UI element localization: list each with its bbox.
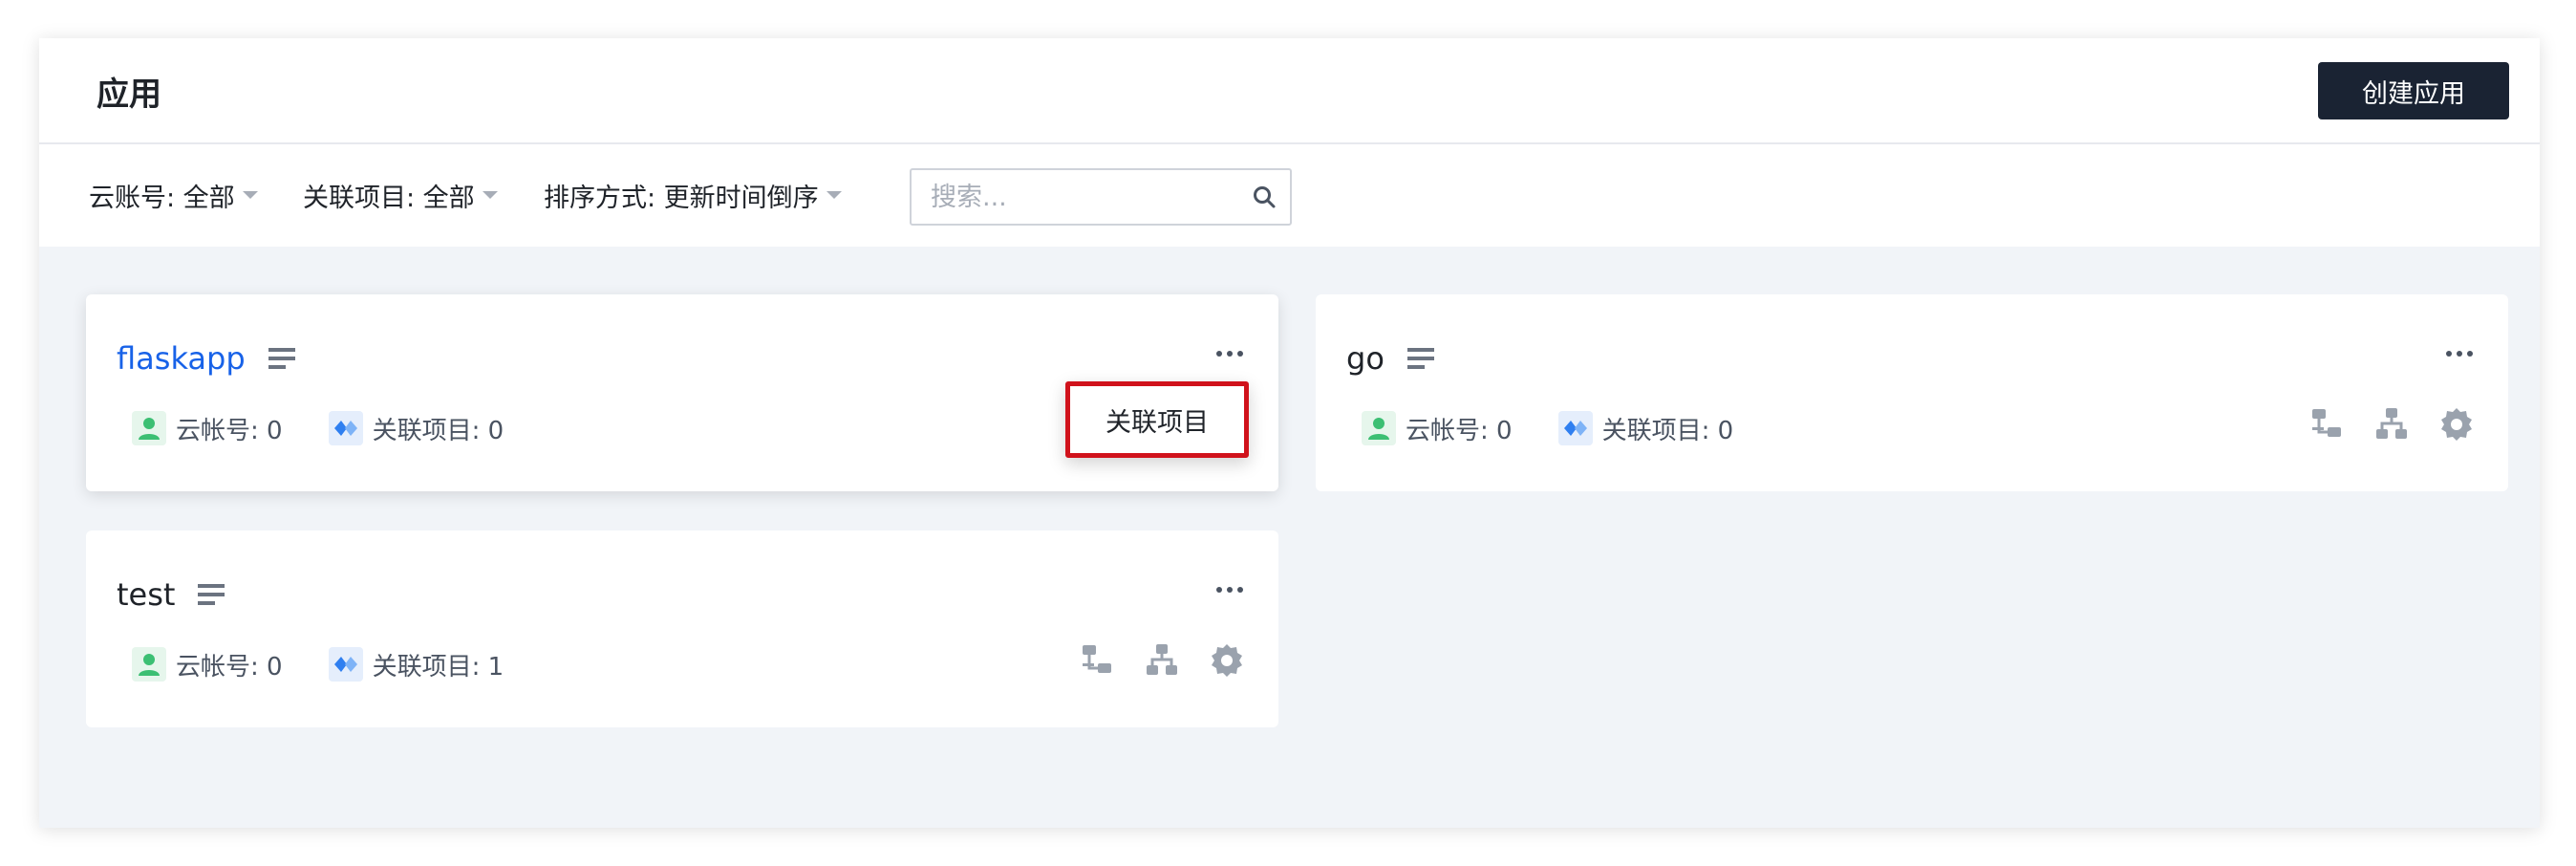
more-icon[interactable] [2445, 350, 2474, 357]
page-header: 应用 创建应用 [39, 38, 2540, 144]
project-filter-label: 关联项目: 全部 [303, 183, 475, 213]
search-icon[interactable] [1252, 184, 1277, 209]
cloud-account-count: 云帐号: 0 [132, 647, 283, 682]
app-card-go: go 云帐号: 0 关联项目: 0 [1316, 294, 2508, 491]
pipeline-icon[interactable] [1080, 642, 1114, 677]
app-meta: 云帐号: 0 关联项目: 1 [132, 645, 549, 683]
caret-down-icon [482, 191, 498, 199]
sort-filter[interactable]: 排序方式: 更新时间倒序 [544, 176, 842, 214]
topology-icon[interactable] [1145, 642, 1179, 677]
project-link-icon [328, 411, 363, 445]
user-icon [132, 411, 166, 445]
cloud-account-count: 云帐号: 0 [1362, 411, 1513, 446]
menu-item-link-project[interactable]: 关联项目 [1106, 401, 1209, 439]
app-meta: 云帐号: 0 关联项目: 0 [1362, 409, 1779, 447]
gear-icon[interactable] [1210, 642, 1244, 677]
project-count: 关联项目: 0 [1557, 411, 1733, 446]
page-title: 应用 [97, 76, 161, 114]
topology-icon[interactable] [2374, 406, 2409, 441]
filter-bar: 云账号: 全部 关联项目: 全部 排序方式: 更新时间倒序 [39, 144, 2540, 247]
project-link-icon [328, 647, 363, 682]
details-list-icon[interactable] [198, 582, 226, 607]
more-icon[interactable] [1215, 350, 1244, 357]
more-dropdown-menu: 关联项目 [1065, 381, 1249, 458]
cloud-account-count: 云帐号: 0 [132, 411, 283, 446]
app-name[interactable]: test [117, 576, 175, 613]
cloud-account-filter[interactable]: 云账号: 全部 [89, 176, 258, 214]
search-input[interactable] [931, 170, 1236, 224]
search-box [910, 168, 1292, 226]
more-icon[interactable] [1215, 586, 1244, 594]
pipeline-icon[interactable] [2309, 406, 2344, 441]
gear-icon[interactable] [2439, 406, 2474, 441]
details-list-icon[interactable] [1406, 346, 1436, 371]
app-card-test: test 云帐号: 0 关联项目: 1 [86, 530, 1278, 727]
project-count: 关联项目: 0 [328, 411, 504, 446]
details-list-icon[interactable] [268, 346, 297, 371]
app-meta: 云帐号: 0 关联项目: 0 [132, 409, 549, 447]
app-name-link[interactable]: flaskapp [117, 340, 246, 377]
user-icon [132, 647, 166, 682]
user-icon [1362, 411, 1396, 445]
caret-down-icon [242, 191, 258, 199]
app-name[interactable]: go [1346, 340, 1385, 377]
project-filter[interactable]: 关联项目: 全部 [303, 176, 498, 214]
caret-down-icon [826, 191, 842, 199]
apps-panel: 应用 创建应用 云账号: 全部 关联项目: 全部 排序方式: 更新时间倒序 fl… [39, 38, 2540, 828]
create-app-button[interactable]: 创建应用 [2318, 62, 2509, 119]
sort-filter-label: 排序方式: 更新时间倒序 [544, 183, 819, 213]
card-actions [2279, 401, 2474, 445]
project-count: 关联项目: 1 [328, 647, 504, 682]
project-link-icon [1557, 411, 1593, 445]
card-actions [1049, 638, 1244, 682]
cloud-account-filter-label: 云账号: 全部 [89, 183, 235, 213]
